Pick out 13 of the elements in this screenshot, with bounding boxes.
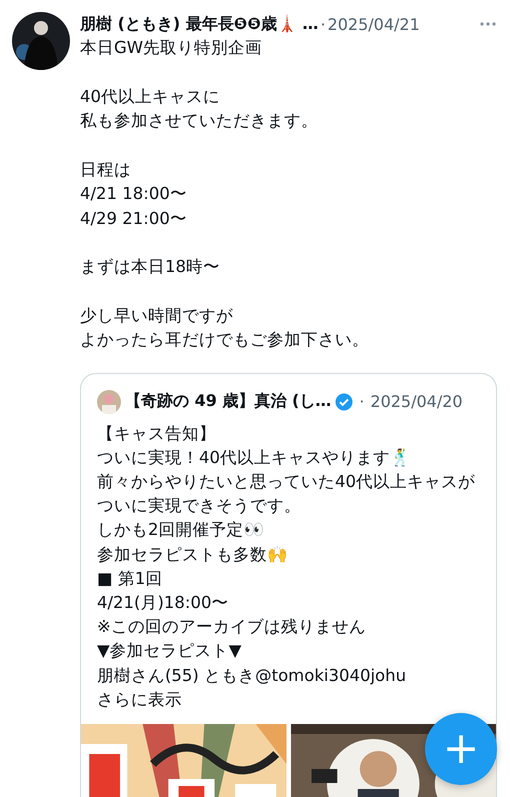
post-date[interactable]: 2025/04/20 xyxy=(370,392,463,411)
separator: · xyxy=(320,14,326,34)
quote-text: 【キャス告知】 ついに実現！40代以上キャスやります🕺 前々からやりたいと思っていた40代以上キャスがついに実現できそうです。 しかも2回開催予定👀 参加セラピストも多数🙌 ■ 第1回 4/21(月)18:00〜 ※この回のアーカイブは残りません ▼参加セラピスト▼ 朋樹さん(55) ともき@tomoki3040johu さらに表示 xyxy=(96,422,476,711)
post-text: 本日GW先取り特別企画 xyxy=(80,37,264,59)
separator: · xyxy=(359,392,364,411)
author-name[interactable]: 朋樹 (ともき) 最年長❺❺歳🗼 … xyxy=(80,14,318,34)
post-text: 少し早い時間ですが よかったら耳だけでもご参加下さい。 xyxy=(80,304,370,351)
post-date[interactable]: 2025/04/21 xyxy=(328,14,420,34)
post-text: まずは本日18時〜 xyxy=(80,256,221,278)
author-name[interactable]: 【奇跡の 49 歳】真治 (し… xyxy=(125,391,332,412)
post-text: 日程は 4/21 18:00〜 4/29 21:00〜 xyxy=(80,158,188,230)
post-text: 40代以上キャスに 私も参加させていただきます。 xyxy=(80,86,319,132)
show-more-link[interactable]: さらに表示 xyxy=(97,690,182,709)
